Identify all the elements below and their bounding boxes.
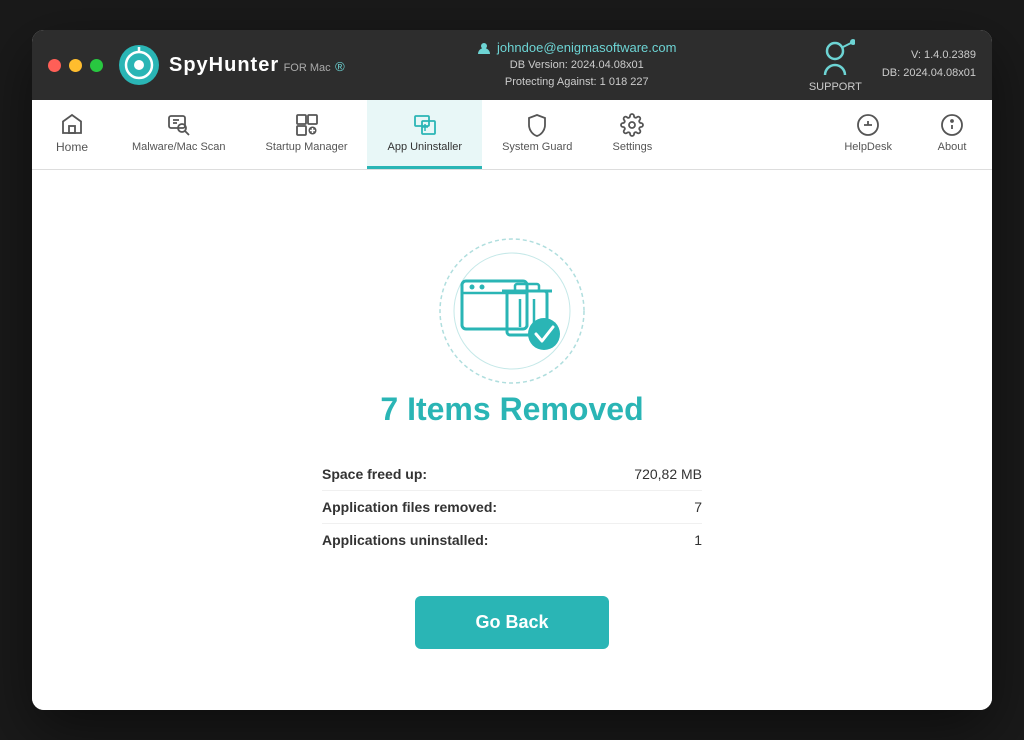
- result-title: 7 Items Removed: [380, 391, 643, 428]
- db-info: DB Version: 2024.04.08x01 Protecting Aga…: [505, 57, 649, 90]
- user-email: johndoe@enigmasoftware.com: [477, 40, 676, 55]
- close-button[interactable]: [48, 59, 61, 72]
- nav-item-settings[interactable]: Settings: [592, 100, 672, 169]
- stat-row-space: Space freed up: 720,82 MB: [322, 458, 702, 491]
- stat-value-files: 7: [694, 499, 702, 515]
- stats-table: Space freed up: 720,82 MB Application fi…: [322, 458, 702, 556]
- minimize-button[interactable]: [69, 59, 82, 72]
- stat-label-files: Application files removed:: [322, 499, 497, 515]
- titlebar: SpyHunter FOR Mac ® johndoe@enigmasoftwa…: [32, 30, 992, 100]
- navbar: Home Malware/Mac Scan Startup: [32, 100, 992, 170]
- stat-row-apps: Applications uninstalled: 1: [322, 524, 702, 556]
- maximize-button[interactable]: [90, 59, 103, 72]
- nav-item-malware-scan[interactable]: Malware/Mac Scan: [112, 100, 246, 169]
- nav-item-startup-manager[interactable]: Startup Manager: [246, 100, 368, 169]
- nav-item-app-uninstaller[interactable]: App Uninstaller: [367, 100, 482, 169]
- nav-item-helpdesk[interactable]: HelpDesk: [824, 100, 912, 169]
- logo-area: SpyHunter FOR Mac ®: [119, 45, 345, 85]
- stat-label-space: Space freed up:: [322, 466, 427, 482]
- main-content: 7 Items Removed Space freed up: 720,82 M…: [32, 170, 992, 710]
- stat-label-apps: Applications uninstalled:: [322, 532, 488, 548]
- stat-value-space: 720,82 MB: [634, 466, 702, 482]
- support-label: SUPPORT: [809, 81, 862, 93]
- stat-row-files: Application files removed: 7: [322, 491, 702, 524]
- spyhunter-logo-icon: [119, 45, 159, 85]
- go-back-button[interactable]: Go Back: [415, 596, 608, 649]
- version-info: V: 1.4.0.2389 DB: 2024.04.08x01: [882, 47, 976, 82]
- result-icon: [432, 231, 592, 391]
- titlebar-right: SUPPORT V: 1.4.0.2389 DB: 2024.04.08x01: [809, 37, 976, 93]
- app-window: SpyHunter FOR Mac ® johndoe@enigmasoftwa…: [32, 30, 992, 710]
- logo-text: SpyHunter FOR Mac ®: [169, 54, 345, 77]
- nav-item-system-guard[interactable]: System Guard: [482, 100, 592, 169]
- support-button[interactable]: SUPPORT: [809, 37, 862, 93]
- traffic-lights: [48, 59, 103, 72]
- stat-value-apps: 1: [694, 532, 702, 548]
- nav-item-home[interactable]: Home: [32, 100, 112, 169]
- titlebar-center: johndoe@enigmasoftware.com DB Version: 2…: [345, 40, 809, 90]
- nav-item-about[interactable]: About: [912, 100, 992, 169]
